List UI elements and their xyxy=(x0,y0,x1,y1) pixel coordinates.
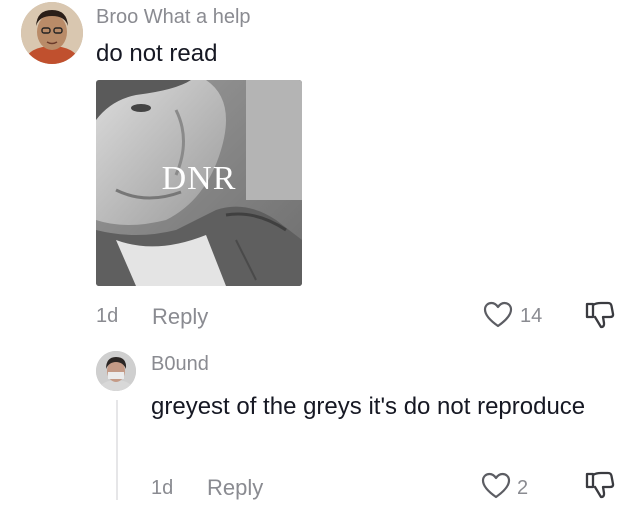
avatar-image xyxy=(21,2,83,64)
reply-avatar[interactable] xyxy=(96,351,136,391)
comment-timestamp: 1d xyxy=(96,305,119,327)
heart-outline-icon[interactable] xyxy=(481,472,511,500)
thumbs-down-icon[interactable] xyxy=(584,300,616,330)
reply-username[interactable]: B0und xyxy=(151,353,209,376)
reply-button[interactable]: Reply xyxy=(152,304,208,330)
comment-text: do not read xyxy=(96,40,218,67)
comment-username[interactable]: Broo What a help xyxy=(96,6,251,29)
reply-text: greyest of the greys it's do not reprodu… xyxy=(151,393,586,420)
reply-like-count: 2 xyxy=(517,477,529,499)
reply-reply-button[interactable]: Reply xyxy=(207,475,263,501)
thumbs-down-icon[interactable] xyxy=(584,470,616,500)
avatar[interactable] xyxy=(21,2,83,64)
like-count: 14 xyxy=(520,305,543,327)
image-caption: DNR xyxy=(161,160,237,197)
reply-avatar-image xyxy=(96,351,136,391)
thread-line xyxy=(116,400,118,500)
comment-image[interactable]: DNR xyxy=(96,80,302,286)
reply-timestamp: 1d xyxy=(151,477,174,499)
heart-outline-icon[interactable] xyxy=(483,301,513,329)
